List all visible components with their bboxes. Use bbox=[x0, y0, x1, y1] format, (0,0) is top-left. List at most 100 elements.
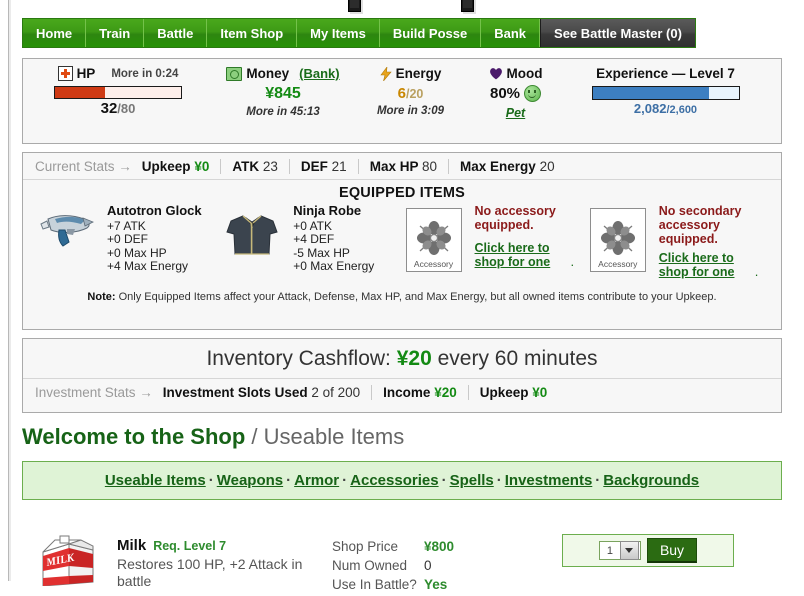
nav-label: Battle bbox=[157, 25, 194, 41]
buy-button[interactable]: Buy bbox=[646, 538, 698, 563]
hp-current: 32 bbox=[100, 100, 118, 117]
category-investments[interactable]: Investments bbox=[505, 472, 593, 489]
pet-link[interactable]: Pet bbox=[506, 106, 525, 120]
hp-bar bbox=[54, 86, 182, 99]
category-sep: · bbox=[342, 472, 348, 489]
hp-max: /80 bbox=[117, 101, 136, 116]
equipped-items-title: EQUIPPED ITEMS bbox=[338, 185, 466, 201]
cashflow-title-suffix: every 60 minutes bbox=[431, 347, 598, 370]
secondary-accessory-icon-wrap: Accessory bbox=[585, 204, 651, 279]
stat-value: 2 of 200 bbox=[311, 385, 361, 400]
category-sep: · bbox=[208, 472, 214, 489]
stat-key: Investment Slots Used bbox=[162, 385, 308, 400]
secondary-accessory-shop-link[interactable]: Click here to shop for one bbox=[659, 251, 755, 279]
equipped-armor[interactable]: Ninja Robe +0 ATK +4 DEF -5 Max HP +0 Ma… bbox=[219, 204, 400, 279]
category-weapons[interactable]: Weapons bbox=[217, 472, 283, 489]
smiley-face-icon bbox=[524, 85, 542, 102]
nav-label: Item Shop bbox=[220, 25, 284, 41]
shop-title-bold: Welcome to the Shop bbox=[22, 424, 246, 449]
mood-amount: 80% bbox=[468, 85, 563, 102]
ninja-robe-icon bbox=[226, 215, 278, 255]
secondary-accessory-empty-text: No secondary accessory equipped. bbox=[658, 204, 742, 246]
health-plus-icon bbox=[57, 66, 73, 81]
quantity-select[interactable]: 1 bbox=[598, 541, 641, 560]
stat-value: 80 bbox=[422, 159, 438, 174]
item-title-row: Milk Req. Level 7 bbox=[117, 537, 332, 554]
stat-value: ¥20 bbox=[434, 385, 457, 400]
equipped-weapon[interactable]: Autotron Glock +7 ATK +0 DEF +0 Max HP +… bbox=[33, 204, 219, 279]
left-border-shadow bbox=[9, 0, 11, 581]
stat-key: Max HP bbox=[369, 159, 419, 174]
stat-hp: HP More in 0:24 32/80 bbox=[23, 59, 213, 117]
category-sep: · bbox=[441, 472, 447, 489]
top-notification-icon-1 bbox=[348, 0, 361, 13]
equipped-secondary-accessory[interactable]: Accessory No secondary accessory equippe… bbox=[585, 204, 771, 279]
chevron-down-icon[interactable] bbox=[619, 541, 639, 560]
equipped-note: Note: Only Equipped Items affect your At… bbox=[23, 279, 781, 303]
category-useable-items[interactable]: Useable Items bbox=[105, 472, 206, 489]
stat-experience: Experience — Level 7 2,082/2,600 bbox=[563, 59, 768, 116]
stat-energy: Energy 6/20 More in 3:09 bbox=[353, 59, 468, 117]
stat-money: Money (Bank) ¥845 More in 45:13 bbox=[213, 59, 353, 118]
stat-value: 23 bbox=[262, 159, 278, 174]
item-stat-use-in-battle: Use In Battle? Yes bbox=[332, 577, 552, 592]
stat-value: ¥0 bbox=[532, 385, 548, 400]
nav-label: Bank bbox=[494, 25, 527, 41]
cashflow-title: Inventory Cashflow: ¥20 every 60 minutes bbox=[23, 339, 781, 378]
money-amount: ¥845 bbox=[265, 85, 301, 102]
top-icon-strip bbox=[0, 0, 804, 14]
nav-item-home[interactable]: Home bbox=[23, 19, 87, 47]
stat-key: Max Energy bbox=[460, 159, 536, 174]
bank-link[interactable]: (Bank) bbox=[299, 66, 339, 81]
accessory-shop-link[interactable]: Click here to shop for one bbox=[475, 241, 571, 269]
nav-item-bank[interactable]: Bank bbox=[481, 19, 541, 47]
accessory-placeholder-box[interactable]: Accessory bbox=[405, 208, 462, 272]
nav-item-see-battle-master[interactable]: See Battle Master (0) bbox=[540, 19, 695, 47]
item-stats: Shop Price ¥800 Num Owned 0 Use In Battle?… bbox=[332, 528, 552, 596]
category-spells[interactable]: Spells bbox=[450, 472, 494, 489]
nav-item-battle[interactable]: Battle bbox=[144, 19, 208, 47]
nav-item-train[interactable]: Train bbox=[86, 19, 145, 47]
current-stat-upkeep: Upkeep ¥0 bbox=[142, 159, 222, 174]
heart-icon bbox=[489, 68, 502, 80]
category-accessories[interactable]: Accessories bbox=[350, 472, 438, 489]
energy-label: Energy bbox=[395, 66, 442, 81]
stat-value: ¥800 bbox=[424, 539, 455, 554]
game-page: Home Train Battle Item Shop My Items Bui… bbox=[0, 0, 804, 592]
item-purchase-box: 1 Buy bbox=[562, 534, 734, 567]
item-stat-shop-price: Shop Price ¥800 bbox=[332, 539, 552, 554]
weapon-stat-atk: +7 ATK bbox=[107, 218, 146, 233]
accessory-empty-text: No accessory equipped. bbox=[474, 204, 556, 232]
page-title: Welcome to the Shop / Useable Items bbox=[22, 424, 404, 450]
experience-bar-fill bbox=[592, 87, 710, 99]
accessory-flower-icon bbox=[416, 221, 451, 255]
investment-slots-used: Investment Slots Used 2 of 200 bbox=[162, 385, 373, 400]
nav-item-build-posse[interactable]: Build Posse bbox=[379, 19, 482, 47]
weapon-name: Autotron Glock bbox=[107, 203, 202, 218]
armor-name: Ninja Robe bbox=[293, 203, 362, 218]
nav-label: Home bbox=[36, 25, 73, 41]
stat-value: ¥0 bbox=[194, 159, 210, 174]
stat-key: Upkeep bbox=[479, 385, 529, 400]
weapon-info: Autotron Glock +7 ATK +0 DEF +0 Max HP +… bbox=[107, 204, 202, 279]
category-backgrounds[interactable]: Backgrounds bbox=[603, 472, 699, 489]
energy-amount: 6/20 bbox=[353, 85, 468, 102]
energy-current: 6 bbox=[397, 85, 406, 102]
secondary-accessory-placeholder-box[interactable]: Accessory bbox=[589, 208, 646, 272]
stat-key: ATK bbox=[232, 159, 260, 174]
equipped-accessory[interactable]: Accessory No accessory equipped. Click h… bbox=[401, 204, 585, 279]
nav-label: Build Posse bbox=[392, 25, 468, 41]
stat-key: Shop Price bbox=[332, 539, 399, 554]
weapon-stat-maxhp: +0 Max HP bbox=[107, 245, 167, 260]
nav-item-my-items[interactable]: My Items bbox=[297, 19, 380, 47]
money-header: Money (Bank) bbox=[213, 66, 353, 81]
top-notification-icon-2 bbox=[461, 0, 474, 13]
shop-category-bar: Useable Items · Weapons · Armor · Accessories ·… bbox=[22, 461, 782, 500]
stat-value: 21 bbox=[331, 159, 347, 174]
weapon-stat-maxenergy: +4 Max Energy bbox=[107, 259, 189, 273]
weapon-icon-wrap bbox=[33, 204, 99, 279]
nav-item-item-shop[interactable]: Item Shop bbox=[207, 19, 298, 47]
category-armor[interactable]: Armor bbox=[294, 472, 339, 489]
item-name: Milk bbox=[117, 537, 147, 554]
note-text: Only Equipped Items affect your Attack, … bbox=[115, 291, 717, 303]
